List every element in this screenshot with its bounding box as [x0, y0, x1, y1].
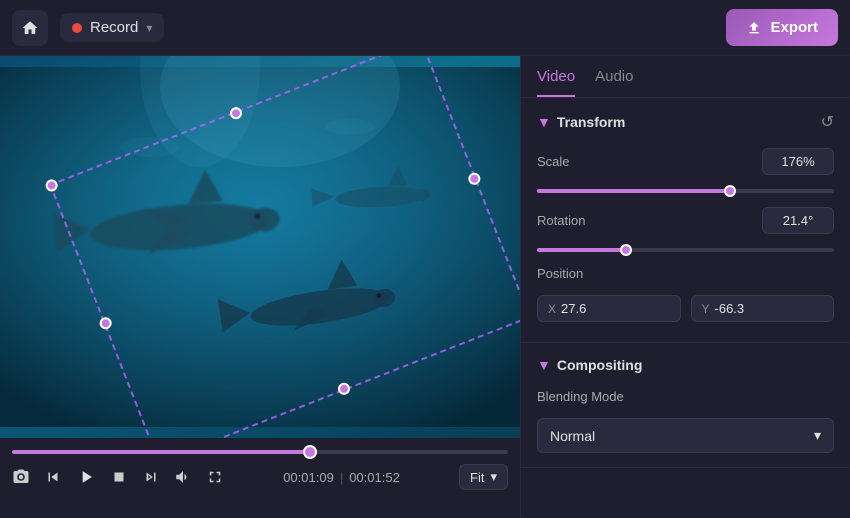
- position-y-value: -66.3: [715, 301, 745, 316]
- rewind-button[interactable]: [44, 468, 62, 486]
- screenshot-button[interactable]: [12, 468, 30, 486]
- rotation-fill: [537, 248, 626, 252]
- record-chevron-icon: ▾: [146, 21, 152, 35]
- record-label: Record: [90, 19, 138, 36]
- rotation-slider[interactable]: [537, 248, 834, 252]
- video-canvas: [0, 56, 520, 438]
- transform-title: ▼ Transform: [537, 114, 625, 130]
- transform-arrow-icon: ▼: [537, 114, 551, 130]
- compositing-title: ▼ Compositing: [537, 357, 642, 373]
- position-label: Position: [537, 266, 583, 281]
- compositing-header: ▼ Compositing: [537, 357, 834, 373]
- top-bar: Record ▾ Export: [0, 0, 850, 56]
- export-button[interactable]: Export: [726, 9, 838, 46]
- rotation-slider-row: [537, 248, 834, 252]
- scale-fill: [537, 189, 730, 193]
- compositing-section: ▼ Compositing Blending Mode Normal ▾: [521, 343, 850, 468]
- total-time: 00:01:52: [349, 470, 400, 485]
- record-dot-icon: [72, 23, 82, 33]
- time-separator: |: [340, 470, 343, 485]
- time-display: 00:01:09 | 00:01:52: [283, 470, 400, 485]
- position-x-input[interactable]: X 27.6: [537, 295, 681, 322]
- y-axis-label: Y: [702, 302, 710, 316]
- scale-row: Scale 176%: [537, 148, 834, 175]
- controls-left: [12, 467, 224, 487]
- current-time: 00:01:09: [283, 470, 334, 485]
- fullscreen-button[interactable]: [206, 468, 224, 486]
- position-label-row: Position: [537, 266, 834, 281]
- volume-button[interactable]: [174, 468, 192, 486]
- progress-bar[interactable]: [12, 450, 508, 454]
- video-area: 00:01:09 | 00:01:52 Fit ▾: [0, 56, 520, 518]
- progress-thumb[interactable]: [303, 445, 317, 459]
- scale-value[interactable]: 176%: [762, 148, 834, 175]
- scale-label: Scale: [537, 154, 570, 169]
- controls-row: 00:01:09 | 00:01:52 Fit ▾: [12, 464, 508, 490]
- scale-slider-row: [537, 189, 834, 193]
- position-y-input[interactable]: Y -66.3: [691, 295, 835, 322]
- fit-label: Fit: [470, 470, 484, 485]
- fit-chevron-icon: ▾: [490, 469, 497, 485]
- fit-dropdown[interactable]: Fit ▾: [459, 464, 508, 490]
- tab-video[interactable]: Video: [537, 68, 575, 97]
- video-controls: 00:01:09 | 00:01:52 Fit ▾: [0, 438, 520, 518]
- reset-button[interactable]: ↺: [821, 112, 834, 132]
- progress-fill: [12, 450, 310, 454]
- rotation-label: Rotation: [537, 213, 585, 228]
- rotation-thumb[interactable]: [620, 244, 632, 256]
- main-content: 00:01:09 | 00:01:52 Fit ▾ Video Audio: [0, 56, 850, 518]
- play-button[interactable]: [76, 467, 96, 487]
- record-button[interactable]: Record ▾: [60, 13, 164, 42]
- rotation-value[interactable]: 21.4°: [762, 207, 834, 234]
- position-x-value: 27.6: [561, 301, 586, 316]
- blending-mode-value: Normal: [550, 428, 595, 444]
- tab-audio[interactable]: Audio: [595, 68, 633, 97]
- scale-slider[interactable]: [537, 189, 834, 193]
- scale-thumb[interactable]: [724, 185, 736, 197]
- transform-section: ▼ Transform ↺ Scale 176% Rotation 21.4°: [521, 98, 850, 343]
- top-bar-left: Record ▾: [12, 10, 164, 46]
- stop-button[interactable]: [110, 468, 128, 486]
- right-panel: Video Audio ▼ Transform ↺ Scale 176%: [520, 56, 850, 518]
- blending-chevron-icon: ▾: [814, 427, 821, 444]
- home-button[interactable]: [12, 10, 48, 46]
- transform-header: ▼ Transform ↺: [537, 112, 834, 132]
- blending-mode-label: Blending Mode: [537, 389, 624, 404]
- skip-button[interactable]: [142, 468, 160, 486]
- controls-right: Fit ▾: [459, 464, 508, 490]
- panel-tabs: Video Audio: [521, 56, 850, 98]
- rotation-row: Rotation 21.4°: [537, 207, 834, 234]
- blending-mode-row: Blending Mode: [537, 389, 834, 404]
- position-inputs-row: X 27.6 Y -66.3: [537, 295, 834, 322]
- x-axis-label: X: [548, 302, 556, 316]
- export-label: Export: [770, 19, 818, 36]
- compositing-arrow-icon: ▼: [537, 357, 551, 373]
- blending-mode-dropdown[interactable]: Normal ▾: [537, 418, 834, 453]
